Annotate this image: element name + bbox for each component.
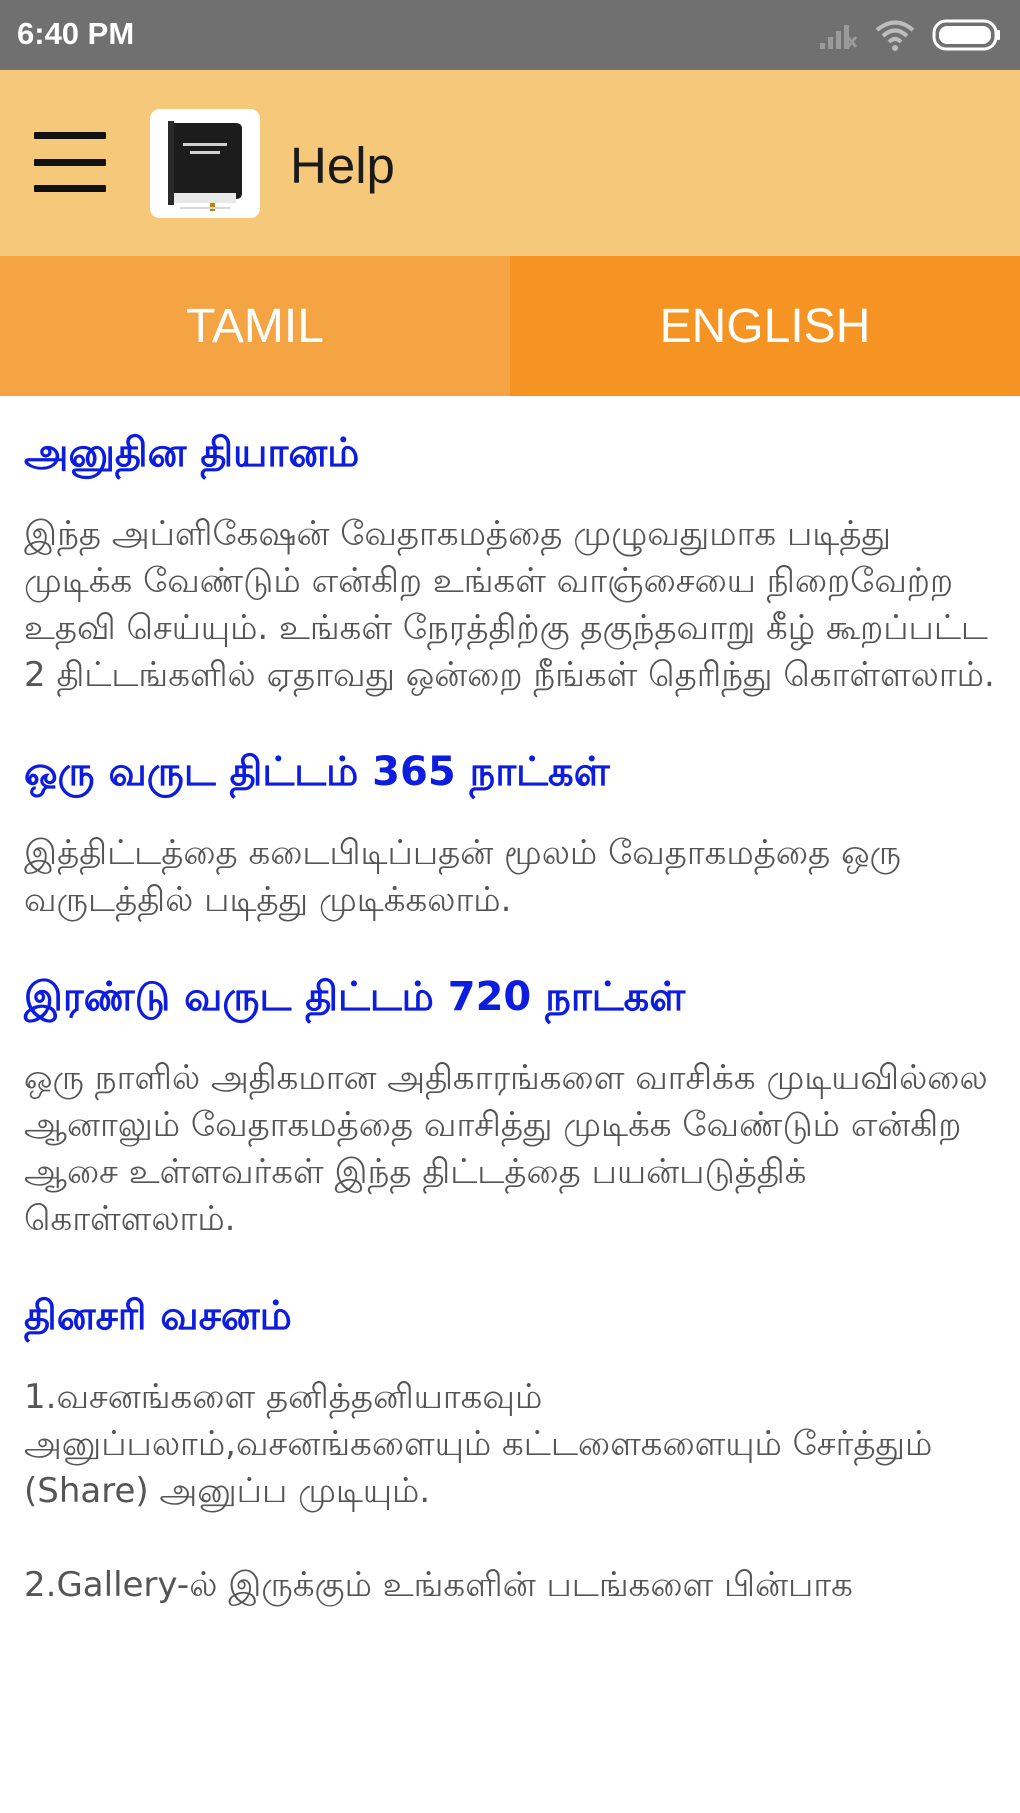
section-body: ஒரு நாளில் அதிகமான அதிகாரங்களை வாசிக்க ம… [24, 1058, 988, 1239]
status-time: 6:40 PM [17, 16, 135, 51]
section-body: இத்திட்டத்தை கடைபிடிப்பதன் மூலம் வேதாகமத… [24, 833, 902, 920]
section-body: இந்த அப்ளிகேஷன் வேதாகமத்தை முழுவதுமாக பட… [24, 514, 995, 695]
tab-english[interactable]: ENGLISH [510, 256, 1020, 396]
status-icons [818, 14, 1002, 56]
page-title: Help [290, 137, 395, 194]
help-content: அனுதின தியானம் இந்த அப்ளிகேஷன் வேதாகமத்த… [24, 396, 1004, 1609]
section-body: 1.வசனங்களை தனித்தனியாகவும் அனுப்பலாம்,வச… [24, 1377, 933, 1511]
section-title: அனுதின தியானம் [24, 430, 360, 476]
wifi-icon [875, 20, 915, 51]
battery-icon [932, 19, 1000, 51]
app-bar: Help [0, 70, 1020, 256]
section-title: தினசரி வசனம் [24, 1293, 292, 1339]
tab-tamil[interactable]: TAMIL [0, 256, 510, 396]
signal-icon [820, 25, 858, 49]
hamburger-menu-icon[interactable] [34, 132, 108, 192]
bible-book-logo [150, 109, 260, 218]
tab-bar: TAMIL ENGLISH [0, 256, 1020, 396]
section-title: இரண்டு வருட திட்டம் 720 நாட்கள் [24, 974, 686, 1020]
status-bar: 6:40 PM [0, 0, 1020, 70]
section-title: ஒரு வருட திட்டம் 365 நாட்கள் [24, 749, 610, 795]
section-body: 2.Gallery-ல் இருக்கும் உங்களின் படங்களை … [24, 1565, 853, 1605]
